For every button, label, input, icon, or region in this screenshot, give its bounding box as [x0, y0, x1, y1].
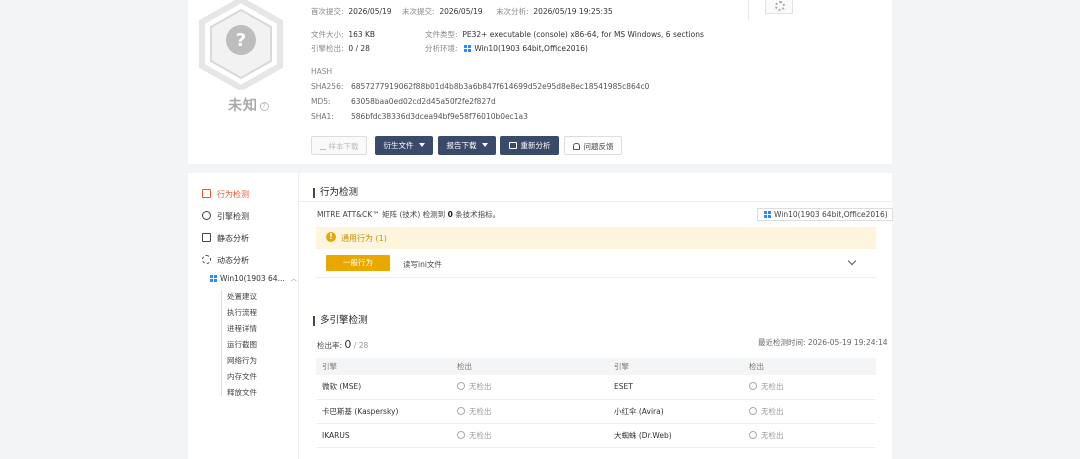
engine-icon — [202, 211, 211, 220]
engine-result: 无检出 — [451, 399, 608, 424]
detect-rate: 检出率: 0 / 28 — [317, 338, 369, 351]
sidebar-sub-item[interactable]: 进程详情 — [227, 323, 257, 334]
engine-detect: 引擎检出: 0 / 28 — [311, 44, 370, 53]
gear-icon — [775, 1, 785, 11]
file-type: 文件类型: PE32+ executable (console) x86-64,… — [425, 30, 704, 39]
engine-name: 卡巴斯基 (Kaspersky) — [316, 399, 451, 424]
hash-md5[interactable]: MD5: 63058baa0ed02cd2d45a50f2fe2f827d — [311, 97, 496, 106]
settings-button[interactable] — [765, 0, 793, 14]
behavior-section-title: 行为检测 — [313, 188, 358, 198]
chevron-up-icon: ︿ — [290, 276, 297, 283]
check-circle-icon — [749, 382, 757, 391]
sidebar-env-toggle[interactable]: Win10(1903 64... ︿ — [208, 274, 297, 283]
download-icon — [319, 144, 326, 150]
static-analysis-icon — [202, 233, 211, 242]
chevron-down-icon — [418, 143, 425, 147]
col-engine: 引擎 — [316, 358, 451, 375]
reanalyze-button[interactable]: 重新分析 — [500, 136, 559, 155]
sidebar-sub-item[interactable]: 内存文件 — [227, 371, 257, 382]
engine-name: 微软 (MSE) — [316, 375, 451, 400]
unknown-verdict-badge-icon: ? — [199, 0, 283, 90]
engine-result: 无检出 — [743, 375, 876, 400]
bell-icon — [572, 143, 580, 150]
windows-icon — [210, 275, 217, 282]
table-row: 微软 (MSE) 无检出 ESET 无检出 — [316, 375, 876, 400]
section-divider — [299, 201, 892, 202]
divider — [748, 0, 749, 20]
col-result: 检出 — [451, 358, 608, 375]
help-icon[interactable]: ? — [260, 101, 269, 111]
engine-name: 小红伞 (Avira) — [608, 399, 743, 424]
feedback-button[interactable]: 问题反馈 — [564, 136, 622, 155]
behavior-icon — [202, 189, 211, 198]
sidebar-item-engine[interactable]: 引擎检测 — [202, 211, 249, 222]
derived-files-button[interactable]: 衍生文件 — [375, 136, 433, 155]
sidebar-item-static[interactable]: 静态分析 — [202, 233, 249, 244]
check-circle-icon — [749, 406, 757, 415]
last-submit: 末次提交: 2026/05/19 — [402, 7, 483, 16]
check-circle-icon — [749, 430, 757, 439]
engine-result: 无检出 — [451, 423, 608, 448]
env-tag[interactable]: Win10(1903 64bit,Office2016) — [757, 208, 893, 221]
verdict-label: 未知? — [228, 95, 269, 115]
col-engine: 引擎 — [608, 358, 743, 375]
sidebar-sub-item[interactable]: 释放文件 — [227, 387, 257, 398]
table-row: IKARUS 无检出 大蜘蛛 (Dr.Web) 无检出 — [316, 423, 876, 448]
sidebar-item-behavior[interactable]: 行为检测 — [202, 189, 249, 200]
engine-table: 引擎 检出 引擎 检出 微软 (MSE) 无检出 ESET 无检出 卡巴斯基 (… — [316, 358, 876, 448]
check-circle-icon — [457, 382, 465, 391]
engine-result: 无检出 — [743, 423, 876, 448]
last-analysis: 末次分析: 2026/05/19 19:25:35 — [496, 7, 613, 16]
check-circle-icon — [457, 430, 465, 439]
col-result: 检出 — [743, 358, 876, 375]
last-detect-time: 最近检测时间: 2026-05-19 19:24:14 — [758, 338, 888, 347]
analysis-env: 分析环境: Win10(1903 64bit,Office2016) — [425, 44, 588, 53]
hash-sha1[interactable]: SHA1: 586bfdc38336d3dcea94bf9e58f76010b0e… — [311, 112, 528, 121]
engine-section-title: 多引擎检测 — [313, 316, 368, 326]
row-divider — [316, 277, 876, 278]
svg-text:?: ? — [236, 30, 246, 51]
report-download-button[interactable]: 报告下载 — [438, 136, 496, 155]
sidebar-divider — [298, 173, 299, 459]
warning-bar — [316, 227, 876, 249]
level-tag[interactable]: 一般行为 — [326, 255, 390, 271]
tree-line — [221, 290, 222, 396]
windows-icon — [764, 211, 771, 218]
sidebar-item-dynamic[interactable]: 动态分析 — [202, 255, 249, 266]
refresh-icon — [508, 142, 517, 149]
engine-name: 大蜘蛛 (Dr.Web) — [608, 423, 743, 448]
behavior-desc: 读写ini文件 — [403, 260, 442, 269]
warning-text: 通用行为 (1) — [341, 234, 387, 243]
sidebar-sub-item[interactable]: 运行截图 — [227, 339, 257, 350]
sidebar-sub-item[interactable]: 网络行为 — [227, 355, 257, 366]
sidebar-sub-item[interactable]: 执行流程 — [227, 307, 257, 318]
sidebar-sub-item[interactable]: 处置建议 — [227, 291, 257, 302]
check-circle-icon — [457, 406, 465, 415]
mitre-summary: MITRE ATT&CK™ 矩阵 (技术) 检测到 0 条技术指标。 — [317, 210, 501, 219]
hash-title: HASH — [311, 67, 333, 76]
hash-sha256[interactable]: SHA256: 6857277919062f88b01d4b8b3a6b847f6… — [311, 82, 649, 91]
engine-name: IKARUS — [316, 423, 451, 448]
first-submit: 首次提交: 2026/05/19 — [311, 7, 392, 16]
file-size: 文件大小: 163 KB — [311, 30, 376, 39]
sample-download-button[interactable]: 样本下载 — [311, 136, 367, 155]
engine-name: ESET — [608, 375, 743, 400]
chevron-down-icon — [481, 143, 488, 147]
warning-icon: ! — [326, 232, 336, 242]
engine-result: 无检出 — [451, 375, 608, 400]
table-header-row: 引擎 检出 引擎 检出 — [316, 358, 876, 375]
windows-icon — [464, 45, 472, 52]
dynamic-analysis-icon — [202, 255, 211, 264]
engine-result: 无检出 — [743, 399, 876, 424]
table-row: 卡巴斯基 (Kaspersky) 无检出 小红伞 (Avira) 无检出 — [316, 399, 876, 424]
